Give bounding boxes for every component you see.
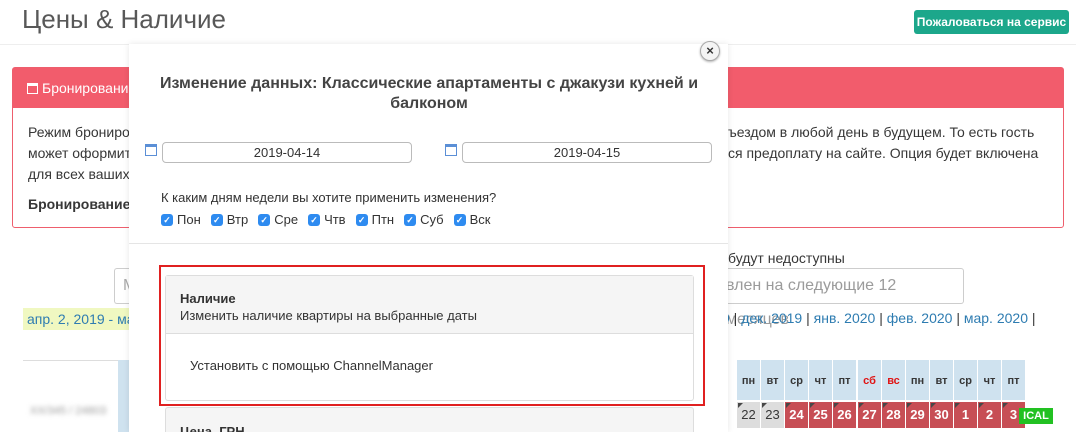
availability-title: Наличие — [180, 291, 236, 306]
availability-panel-header[interactable]: Наличие Изменить наличие квартиры на выб… — [166, 276, 693, 334]
weekday-checkbox-sat[interactable]: ✓ Суб — [404, 212, 444, 227]
edit-data-modal: × Изменение данных: Классические апартам… — [129, 41, 728, 432]
weekday-checkbox-mon[interactable]: ✓ Пон — [161, 212, 201, 227]
weekday-label: Вск — [469, 212, 491, 227]
weekday-checkboxes: ✓ Пон ✓ Втр ✓ Сре ✓ Чтв ✓ Птн ✓ Суб ✓ Вск — [161, 212, 500, 227]
weekday-question: К каким дням недели вы хотите применить … — [161, 190, 497, 205]
close-icon[interactable]: × — [700, 41, 720, 61]
availability-subtitle: Изменить наличие квартиры на выбранные д… — [180, 308, 477, 323]
availability-panel: Наличие Изменить наличие квартиры на выб… — [165, 275, 694, 401]
price-panel-header[interactable]: Цена, ГРН — [165, 407, 694, 432]
weekday-checkbox-tue[interactable]: ✓ Втр — [210, 212, 249, 227]
check-icon: ✓ — [404, 213, 417, 226]
weekday-checkbox-fri[interactable]: ✓ Птн — [355, 212, 395, 227]
weekday-label: Чтв — [324, 212, 346, 227]
weekday-label: Птн — [371, 212, 395, 227]
check-icon: ✓ — [308, 213, 321, 226]
weekday-checkbox-thu[interactable]: ✓ Чтв — [308, 212, 346, 227]
date-from-input[interactable]: 2019-04-14 — [162, 142, 412, 163]
weekday-label: Суб — [420, 212, 444, 227]
channel-manager-option[interactable]: Установить с помощью ChannelManager — [166, 334, 693, 373]
calendar-icon — [145, 144, 157, 156]
check-icon: ✓ — [210, 213, 223, 226]
weekday-label: Пон — [177, 212, 201, 227]
weekday-checkbox-sun[interactable]: ✓ Вск — [453, 212, 491, 227]
weekday-checkbox-wed[interactable]: ✓ Сре — [258, 212, 298, 227]
check-icon: ✓ — [161, 213, 173, 226]
calendar-icon — [445, 144, 457, 156]
modal-divider — [129, 243, 728, 244]
check-icon: ✓ — [355, 213, 368, 226]
check-icon: ✓ — [453, 213, 466, 226]
date-to-input[interactable]: 2019-04-15 — [462, 142, 712, 163]
modal-title: Изменение данных: Классические апартамен… — [159, 75, 699, 112]
weekday-label: Втр — [226, 212, 249, 227]
weekday-label: Сре — [274, 212, 299, 227]
check-icon: ✓ — [258, 213, 271, 226]
